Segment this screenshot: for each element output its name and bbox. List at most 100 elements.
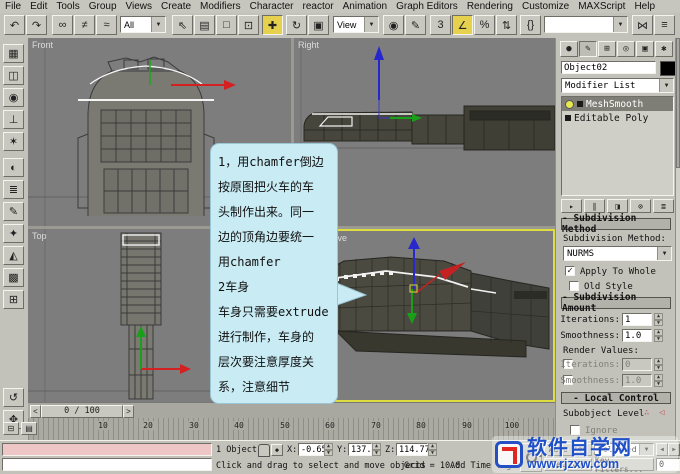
left-toolbar-box-icon[interactable]: ⊞ — [3, 290, 24, 309]
reference-coordinate-dropdown[interactable]: View ▼ — [333, 16, 379, 33]
viewport-right-label[interactable]: Right — [298, 40, 319, 50]
menu-animation[interactable]: Animation — [343, 1, 387, 12]
left-toolbar-objects-icon[interactable]: ▦ — [3, 44, 24, 63]
selection-lock-icon[interactable] — [258, 444, 270, 457]
ignore-checkbox[interactable]: ✓ — [570, 425, 580, 435]
select-and-move-button[interactable]: ✚ — [262, 15, 283, 35]
percent-snap-button[interactable]: % — [474, 15, 495, 35]
tab-modify[interactable]: ✎ — [579, 41, 597, 57]
left-toolbar-shapes-icon[interactable]: ◫ — [3, 66, 24, 85]
rect-selection-region-button[interactable]: □ — [216, 15, 237, 35]
time-prev-button[interactable]: < — [30, 404, 41, 418]
iterations-field[interactable]: 1 — [622, 313, 652, 326]
z-spinner[interactable]: ▲ ▼ — [428, 443, 437, 456]
menu-customize[interactable]: Customize — [522, 1, 569, 12]
menu-tools[interactable]: Tools — [56, 1, 79, 12]
modifier-list-dropdown[interactable]: Modifier List ▼ — [561, 78, 674, 93]
menu-graph-editors[interactable]: Graph Editors — [396, 1, 458, 12]
show-end-result-button[interactable]: ∥ — [584, 199, 605, 213]
configure-stack-button[interactable]: ≣ — [653, 199, 674, 213]
rollout-subdivision-amount[interactable]: - Subdivision Amount — [561, 292, 671, 314]
object-color-swatch[interactable] — [660, 61, 676, 76]
redo-icon[interactable]: ↷ — [26, 15, 47, 35]
remove-modifier-button[interactable]: ⊗ — [630, 199, 651, 213]
angle-snap-button[interactable]: ∠ — [452, 15, 473, 35]
tab-utilities[interactable]: ✱ — [655, 41, 673, 57]
apply-to-whole-label[interactable]: Apply To Whole — [580, 267, 656, 277]
filter-tracks-icon[interactable]: ▤ — [21, 422, 37, 435]
vertex-subobject-icon[interactable]: ∴ — [644, 408, 649, 418]
object-name-field[interactable]: Object02 — [561, 61, 656, 74]
left-toolbar-point-icon[interactable]: ⊥ — [3, 110, 24, 129]
left-toolbar-layers-icon[interactable]: ≣ — [3, 180, 24, 199]
menu-help[interactable]: Help — [634, 1, 655, 12]
left-toolbar-grid-icon[interactable]: ▩ — [3, 268, 24, 287]
select-by-name-button[interactable]: ▤ — [194, 15, 215, 35]
render-smoothness-spinner[interactable]: ▲ ▼ — [654, 374, 663, 387]
maxscript-listener-pink[interactable] — [2, 443, 212, 456]
render-smoothness-field[interactable]: 1.0 — [622, 374, 652, 387]
track-toggle-icon[interactable]: ⊟ — [3, 422, 19, 435]
chevron-down-icon[interactable]: ▼ — [659, 79, 673, 92]
make-unique-button[interactable]: ◨ — [607, 199, 628, 213]
menu-edit[interactable]: Edit — [30, 1, 47, 12]
select-and-manipulate-button[interactable]: ✎ — [405, 15, 426, 35]
visibility-bulb-icon[interactable] — [565, 99, 574, 109]
stack-item-editable-poly[interactable]: Editable Poly — [562, 111, 673, 125]
y-spinner[interactable]: ▲ ▼ — [372, 443, 381, 456]
bind-spacewarp-icon[interactable]: ≈ — [96, 15, 117, 35]
mirror-button[interactable]: ⋈ — [632, 15, 653, 35]
edge-subobject-icon[interactable]: ◁ — [659, 408, 664, 418]
menu-file[interactable]: File — [5, 1, 21, 12]
chevron-down-icon[interactable]: ▼ — [657, 247, 671, 260]
select-and-rotate-button[interactable]: ↻ — [286, 15, 307, 35]
tab-hierarchy[interactable]: ⊞ — [598, 41, 616, 57]
left-toolbar-cone-icon[interactable]: ◭ — [3, 246, 24, 265]
old-style-label[interactable]: Old Style — [584, 282, 633, 292]
time-slider-handle[interactable]: 0 / 100 — [41, 404, 123, 418]
track-bar[interactable]: 10 20 30 40 50 60 70 80 90 100 — [28, 418, 555, 440]
pin-stack-button[interactable]: ▸ — [561, 199, 582, 213]
snap-toggle-button[interactable]: 3 — [430, 15, 451, 35]
viewport-front-label[interactable]: Front — [32, 40, 53, 50]
left-toolbar-compound-icon[interactable]: ◐ — [3, 158, 24, 177]
panel-scrollbar[interactable] — [675, 38, 680, 440]
smoothness-spinner[interactable]: ▲ ▼ — [654, 329, 663, 342]
menu-views[interactable]: Views — [126, 1, 153, 12]
select-link-icon[interactable]: ∞ — [52, 15, 73, 35]
left-toolbar-pen-icon[interactable]: ✎ — [3, 202, 24, 221]
left-toolbar-sphere-icon[interactable]: ◉ — [3, 88, 24, 107]
tab-display[interactable]: ▣ — [636, 41, 654, 57]
apply-to-whole-checkbox[interactable]: ✓ — [565, 266, 575, 276]
y-coordinate-field[interactable]: 137.0 — [348, 443, 377, 456]
menu-group[interactable]: Group — [89, 1, 117, 12]
x-coordinate-field[interactable]: -0.653 — [298, 443, 332, 456]
menu-rendering[interactable]: Rendering — [467, 1, 513, 12]
window-crossing-button[interactable]: ⊡ — [238, 15, 259, 35]
chevron-down-icon[interactable]: ▼ — [364, 17, 378, 32]
old-style-checkbox[interactable]: ✓ — [569, 281, 579, 291]
smoothness-field[interactable]: 1.0 — [622, 329, 652, 342]
left-toolbar-star-icon[interactable]: ✶ — [3, 132, 24, 151]
time-slider-track[interactable]: < 0 / 100 > — [28, 402, 555, 419]
iterations-spinner[interactable]: ▲ ▼ — [654, 313, 663, 326]
panel-scrollbar-thumb[interactable] — [676, 38, 680, 168]
tab-create[interactable]: ● — [560, 41, 578, 57]
menu-maxscript[interactable]: MAXScript — [578, 1, 625, 12]
stack-item-meshsmooth[interactable]: MeshSmooth — [562, 97, 673, 111]
menu-reactor[interactable]: reactor — [303, 1, 334, 12]
x-spinner[interactable]: ▲ ▼ — [324, 443, 333, 456]
left-toolbar-spark-icon[interactable]: ✦ — [3, 224, 24, 243]
left-toolbar-orbit-icon[interactable]: ↺ — [3, 388, 24, 407]
select-and-scale-button[interactable]: ▣ — [308, 15, 329, 35]
unlink-icon[interactable]: ≠ — [74, 15, 95, 35]
rollout-local-control[interactable]: - Local Control — [561, 392, 671, 404]
time-next-button[interactable]: > — [123, 404, 134, 418]
subdivision-method-dropdown[interactable]: NURMS ▼ — [563, 246, 672, 261]
named-selection-dropdown[interactable]: ▼ — [544, 16, 628, 33]
undo-icon[interactable]: ↶ — [4, 15, 25, 35]
menu-create[interactable]: Create — [161, 1, 191, 12]
render-iterations-field[interactable]: 0 — [622, 358, 652, 371]
use-center-button[interactable]: ◉ — [383, 15, 404, 35]
chevron-down-icon[interactable]: ▼ — [613, 17, 627, 32]
